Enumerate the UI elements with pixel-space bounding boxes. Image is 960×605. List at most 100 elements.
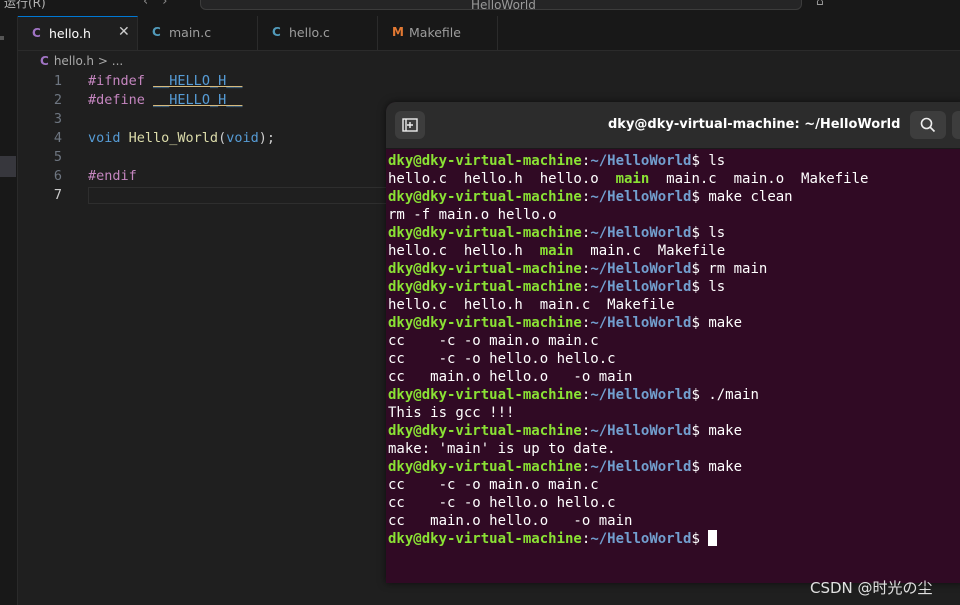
terminal-line: dky@dky-virtual-machine:~/HelloWorld$ ls [388,152,960,170]
terminal-cursor [708,530,718,546]
prompt-dir: ~/HelloWorld [590,153,692,169]
tab-hello-c[interactable]: C hello.c [258,16,378,50]
command-text: $ ls [691,153,726,169]
terminal-line: make: 'main' is up to date. [388,440,960,458]
punctuation: ); [258,130,275,146]
terminal-line: dky@dky-virtual-machine:~/HelloWorld$ ls [388,224,960,242]
editor-tabs: C hello.h ✕ C main.c C hello.c M Makefil… [18,16,960,51]
copilot-icon[interactable]: ⌂ [816,0,824,8]
close-icon[interactable]: ✕ [118,24,130,40]
prompt-user: dky@dky-virtual-machine [388,423,582,439]
terminal-line: cc -c -o hello.o hello.c [388,494,960,512]
code-text: #define __HELLO_H__ [88,92,242,108]
search-icon [920,117,936,133]
output-text: main.c main.o Makefile [649,171,869,187]
command-text: $ rm main [691,261,768,277]
executable-name: main [615,171,650,187]
nav-arrows-icon[interactable]: ‹› [143,0,181,9]
terminal-line: dky@dky-virtual-machine:~/HelloWorld$ ma… [388,422,960,440]
output-text: hello.c hello.h hello.o [388,171,616,187]
output-text: This is gcc !!! [388,405,515,421]
code-text: #ifndef __HELLO_H__ [88,73,242,89]
terminal-line: cc -c -o hello.o hello.c [388,350,960,368]
command-text: $ make clean [691,189,793,205]
code-line[interactable]: 1 #ifndef __HELLO_H__ [18,73,958,92]
terminal-line: cc main.o hello.o -o main [388,368,960,386]
command-text: $ [691,531,709,547]
terminal-line: dky@dky-virtual-machine:~/HelloWorld$ ./… [388,386,960,404]
breadcrumb-rest[interactable]: ... [112,54,123,68]
punctuation: ( [218,130,227,146]
new-tab-icon [402,118,418,132]
line-number: 2 [53,92,62,108]
terminal-window[interactable]: dky@dky-virtual-machine: ~/HelloWorld dk… [386,102,960,583]
tab-label: hello.h [49,26,91,41]
tab-label: main.c [169,25,212,40]
macro: __HELLO_H__ [153,73,243,89]
breadcrumb-file[interactable]: hello.h [54,54,94,68]
c-file-icon: C [40,54,49,68]
preprocessor: #define [88,92,145,108]
terminal-output[interactable]: dky@dky-virtual-machine:~/HelloWorld$ ls… [388,152,960,548]
prompt-user: dky@dky-virtual-machine [388,531,582,547]
tab-main-c[interactable]: C main.c [138,16,258,50]
tab-label: hello.c [289,25,330,40]
activity-selected-item[interactable] [0,156,16,177]
search-button[interactable] [910,111,946,139]
output-text: cc main.o hello.o -o main [388,513,633,529]
executable-name: main [539,243,574,259]
prompt-user: dky@dky-virtual-machine [388,315,582,331]
activity-indicator [0,36,4,40]
title-bar: 运行(R) ‹› HelloWorld ⌂ [0,0,960,16]
prompt-user: dky@dky-virtual-machine [388,261,582,277]
output-text: cc -c -o main.o main.c [388,477,599,493]
output-text: cc -c -o hello.o hello.c [388,495,616,511]
command-center[interactable]: HelloWorld [200,0,802,12]
preprocessor: #endif [88,168,137,184]
output-text: hello.c hello.h main.c Makefile [388,297,675,313]
prompt-user: dky@dky-virtual-machine [388,279,582,295]
terminal-line: hello.c hello.h main.c Makefile [388,296,960,314]
tab-label: Makefile [409,25,461,40]
terminal-title: dky@dky-virtual-machine: ~/HelloWorld [608,117,901,132]
prompt-dir: ~/HelloWorld [590,423,692,439]
output-text: cc -c -o main.o main.c [388,333,599,349]
terminal-line: cc -c -o main.o main.c [388,332,960,350]
command-text: $ ls [691,225,726,241]
tab-hello-h[interactable]: C hello.h ✕ [18,16,138,50]
terminal-line: hello.c hello.h main main.c Makefile [388,242,960,260]
line-number: 4 [53,130,62,146]
terminal-line: dky@dky-virtual-machine:~/HelloWorld$ rm… [388,260,960,278]
prompt-user: dky@dky-virtual-machine [388,153,582,169]
terminal-line: dky@dky-virtual-machine:~/HelloWorld$ ma… [388,458,960,476]
tab-makefile[interactable]: M Makefile [378,16,498,50]
terminal-line: dky@dky-virtual-machine:~/HelloWorld$ ma… [388,314,960,332]
command-text: $ make [691,315,743,331]
output-text: hello.c hello.h [388,243,540,259]
macro: __HELLO_H__ [153,92,243,108]
keyword: void [226,130,259,146]
command-center-label: HelloWorld [471,0,536,12]
new-tab-button[interactable] [395,111,425,139]
terminal-line: dky@dky-virtual-machine:~/HelloWorld$ ma… [388,188,960,206]
output-text: cc main.o hello.o -o main [388,369,633,385]
prompt-user: dky@dky-virtual-machine [388,189,582,205]
command-text: $ make [691,459,743,475]
output-text: make: 'main' is up to date. [388,441,616,457]
menu-run[interactable]: 运行(R) [4,0,46,11]
line-number: 5 [53,149,62,165]
terminal-line: hello.c hello.h hello.o main main.c main… [388,170,960,188]
terminal-line: rm -f main.o hello.o [388,206,960,224]
menu-button[interactable] [952,111,960,139]
command-text: $ ls [691,279,726,295]
breadcrumb-separator: > [97,54,108,68]
keyword: void [88,130,121,146]
terminal-line: cc main.o hello.o -o main [388,512,960,530]
terminal-header: dky@dky-virtual-machine: ~/HelloWorld [386,102,960,149]
c-file-icon: C [272,25,281,39]
c-file-icon: C [152,25,161,39]
prompt-dir: ~/HelloWorld [590,279,692,295]
watermark: CSDN @时光の尘 [810,579,933,597]
prompt-dir: ~/HelloWorld [590,459,692,475]
prompt-dir: ~/HelloWorld [590,261,692,277]
